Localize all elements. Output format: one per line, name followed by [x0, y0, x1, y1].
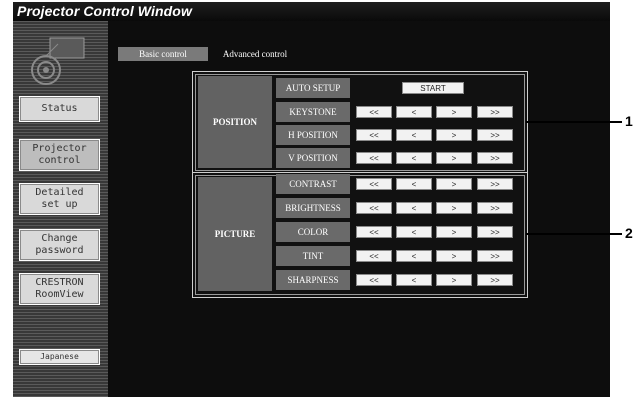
color-left-button[interactable]: < [396, 226, 432, 238]
position-group-label: POSITION [198, 76, 272, 168]
tab-advanced-control[interactable]: Advanced control [210, 47, 300, 61]
keystone-far-left-button[interactable]: << [356, 106, 392, 118]
color-label: COLOR [276, 222, 350, 242]
sidebar-item-change-password[interactable]: Change password [19, 229, 100, 261]
h-position-far-left-button[interactable]: << [356, 129, 392, 141]
callout-line-2 [526, 233, 622, 235]
auto-setup-start-button[interactable]: START [402, 82, 464, 94]
h-position-far-right-button[interactable]: >> [477, 129, 513, 141]
h-position-left-button[interactable]: < [396, 129, 432, 141]
window-title: Projector Control Window [17, 3, 192, 19]
brightness-label: BRIGHTNESS [276, 198, 350, 218]
tint-right-button[interactable]: > [436, 250, 472, 262]
projector-logo-icon [31, 37, 85, 85]
tint-far-right-button[interactable]: >> [477, 250, 513, 262]
tint-label: TINT [276, 246, 350, 266]
v-position-left-button[interactable]: < [396, 152, 432, 164]
tint-left-button[interactable]: < [396, 250, 432, 262]
color-far-left-button[interactable]: << [356, 226, 392, 238]
keystone-left-button[interactable]: < [396, 106, 432, 118]
sharpness-right-button[interactable]: > [436, 274, 472, 286]
callout-line-1 [526, 121, 622, 123]
contrast-right-button[interactable]: > [436, 178, 472, 190]
sharpness-left-button[interactable]: < [396, 274, 432, 286]
contrast-left-button[interactable]: < [396, 178, 432, 190]
brightness-far-right-button[interactable]: >> [477, 202, 513, 214]
picture-group-label: PICTURE [198, 177, 272, 291]
keystone-far-right-button[interactable]: >> [477, 106, 513, 118]
keystone-right-button[interactable]: > [436, 106, 472, 118]
color-far-right-button[interactable]: >> [477, 226, 513, 238]
sharpness-far-right-button[interactable]: >> [477, 274, 513, 286]
language-button[interactable]: Japanese [19, 349, 100, 365]
keystone-label: KEYSTONE [276, 102, 350, 122]
sidebar-item-status[interactable]: Status [19, 96, 100, 122]
brightness-left-button[interactable]: < [396, 202, 432, 214]
contrast-far-right-button[interactable]: >> [477, 178, 513, 190]
v-position-label: V POSITION [276, 148, 350, 168]
contrast-label: CONTRAST [276, 174, 350, 194]
callout-number-1: 1 [625, 113, 633, 129]
h-position-label: H POSITION [276, 125, 350, 145]
brightness-far-left-button[interactable]: << [356, 202, 392, 214]
sidebar-item-detailed-setup[interactable]: Detailed set up [19, 183, 100, 215]
v-position-right-button[interactable]: > [436, 152, 472, 164]
window-title-bar: Projector Control Window [13, 2, 610, 22]
tint-far-left-button[interactable]: << [356, 250, 392, 262]
tab-basic-control[interactable]: Basic control [118, 47, 208, 61]
sharpness-far-left-button[interactable]: << [356, 274, 392, 286]
sharpness-label: SHARPNESS [276, 270, 350, 290]
auto-setup-label: AUTO SETUP [276, 78, 350, 98]
color-right-button[interactable]: > [436, 226, 472, 238]
sidebar-item-projector-control[interactable]: Projector control [19, 139, 100, 171]
contrast-far-left-button[interactable]: << [356, 178, 392, 190]
v-position-far-right-button[interactable]: >> [477, 152, 513, 164]
sidebar-item-crestron-roomview[interactable]: CRESTRON RoomView [19, 273, 100, 305]
v-position-far-left-button[interactable]: << [356, 152, 392, 164]
h-position-right-button[interactable]: > [436, 129, 472, 141]
brightness-right-button[interactable]: > [436, 202, 472, 214]
callout-number-2: 2 [625, 225, 633, 241]
